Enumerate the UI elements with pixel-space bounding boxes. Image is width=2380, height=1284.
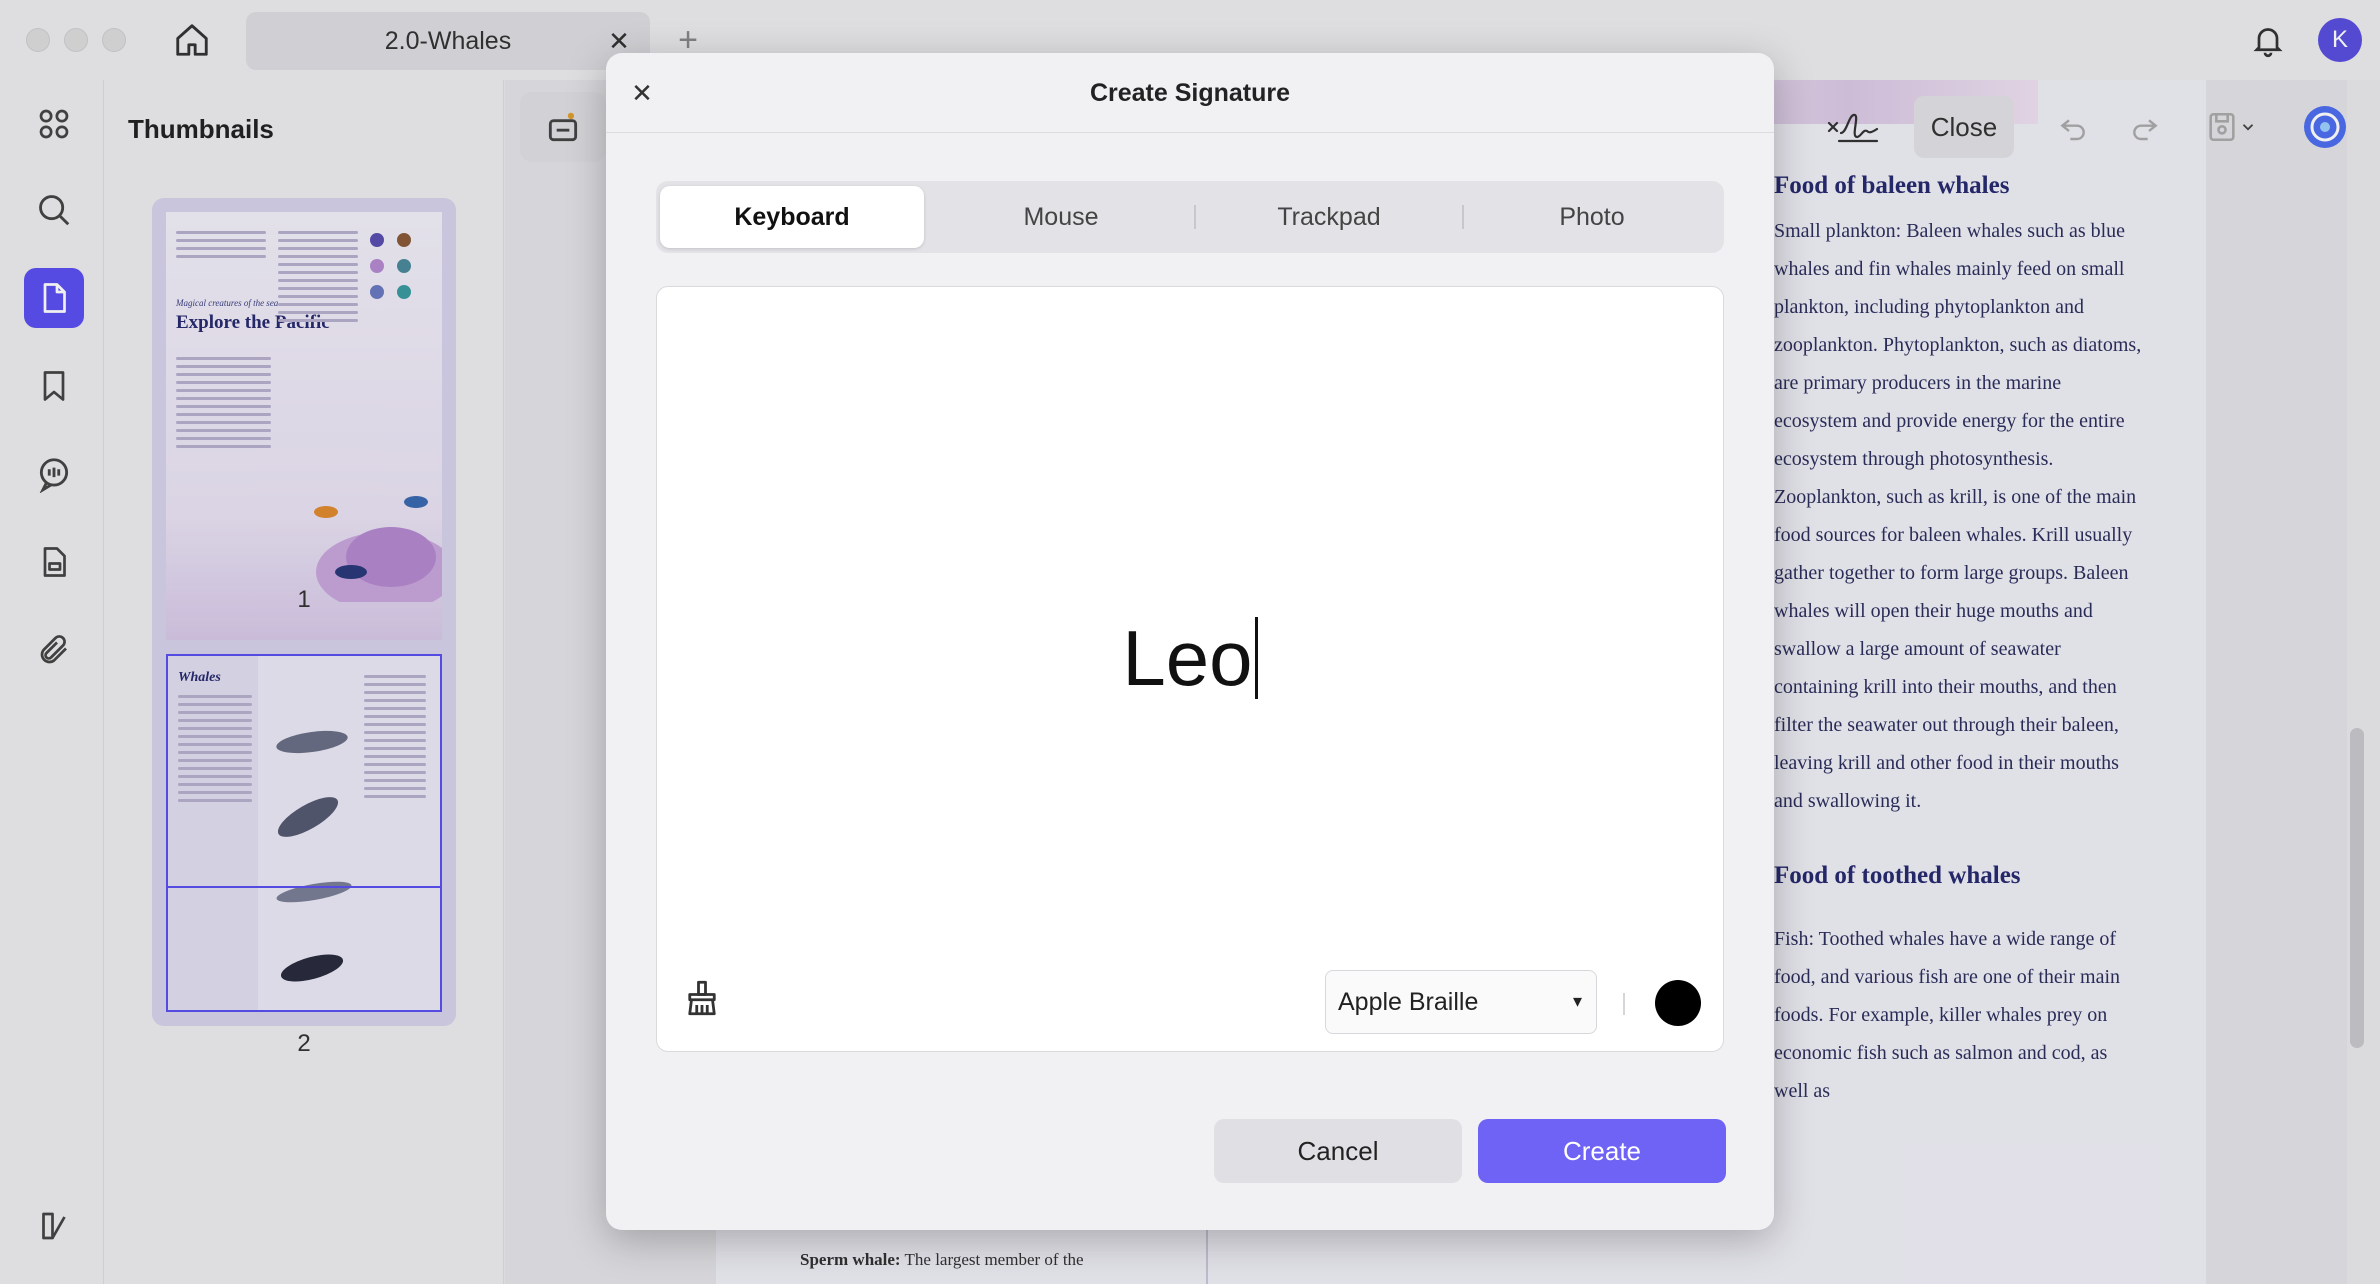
signature-text[interactable]: Leo [1122,614,1252,702]
eraser-brush-icon [688,980,716,1016]
font-select[interactable]: Apple Braille ▾ [1325,970,1597,1034]
signature-preview[interactable]: Leo [657,613,1723,704]
ink-color-picker[interactable] [1655,980,1701,1026]
tab-photo[interactable]: Photo [1464,186,1720,248]
tab-keyboard[interactable]: Keyboard [660,186,924,248]
input-method-tabs: Keyboard Mouse Trackpad Photo [656,181,1724,253]
tab-mouse[interactable]: Mouse [928,186,1194,248]
tab-trackpad[interactable]: Trackpad [1196,186,1462,248]
dialog-header: ✕ Create Signature [606,53,1774,133]
dropdown-arrow-icon: ▾ [1572,991,1582,1011]
create-button[interactable]: Create [1478,1119,1726,1183]
toolbar-separator [1623,993,1625,1015]
dialog-title: Create Signature [1089,79,1291,107]
create-signature-dialog: ✕ Create Signature Keyboard Mouse Trackp… [606,53,1774,1230]
font-select-value: Apple Braille [1338,987,1479,1016]
text-caret [1254,617,1258,699]
signature-input-area[interactable]: Leo Apple Braille ▾ [656,286,1724,1052]
clear-signature-button[interactable] [681,977,723,1019]
cancel-button[interactable]: Cancel [1214,1119,1462,1183]
